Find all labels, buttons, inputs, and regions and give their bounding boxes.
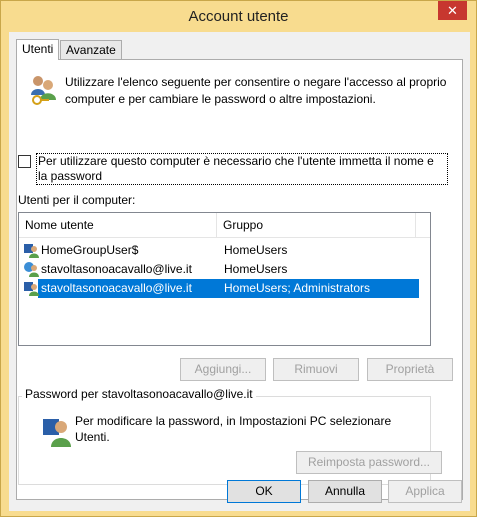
password-instructions: Per modificare la password, in Impostazi… bbox=[75, 414, 392, 444]
require-login-label[interactable]: Per utilizzare questo computer è necessa… bbox=[36, 153, 448, 185]
user-row[interactable]: HomeGroupUser$ HomeUsers bbox=[20, 241, 429, 260]
user-name: stavoltasonoacavallo@live.it bbox=[41, 281, 192, 295]
tab-utenti-label: Utenti bbox=[22, 42, 54, 56]
user-row-selected[interactable]: stavoltasonoacavallo@live.it HomeUsers; … bbox=[20, 279, 429, 298]
add-user-button[interactable]: Aggiungi... bbox=[180, 358, 266, 381]
remove-user-button[interactable]: Rimuovi bbox=[273, 358, 359, 381]
tab-utenti[interactable]: Utenti bbox=[16, 39, 60, 60]
reset-password-button[interactable]: Reimposta password... bbox=[296, 451, 442, 474]
user-group: HomeUsers bbox=[224, 243, 288, 257]
user-group: HomeUsers; Administrators bbox=[224, 281, 371, 295]
user-name: stavoltasonoacavallo@live.it bbox=[41, 262, 192, 276]
user-row[interactable]: stavoltasonoacavallo@live.it HomeUsers bbox=[20, 260, 429, 279]
column-header-username[interactable]: Nome utente bbox=[25, 218, 94, 232]
user-group: HomeUsers bbox=[224, 262, 288, 276]
users-key-icon bbox=[31, 76, 56, 105]
apply-button[interactable]: Applica bbox=[388, 480, 462, 503]
admin-user-icon bbox=[24, 282, 39, 296]
dialog-client-area: Utenti Avanzate Utilizzare l'elenco segu… bbox=[9, 32, 470, 511]
properties-button[interactable]: Proprietà bbox=[367, 358, 453, 381]
window-title: Account utente bbox=[188, 8, 289, 25]
tab-avanzate[interactable]: Avanzate bbox=[60, 40, 122, 59]
users-list-title: Utenti per il computer: bbox=[18, 193, 136, 207]
close-button[interactable]: ✕ bbox=[438, 1, 467, 20]
user-group-icon bbox=[24, 244, 39, 258]
user-password-icon bbox=[43, 419, 71, 447]
users-description: Utilizzare l'elenco seguente per consent… bbox=[65, 75, 447, 106]
user-name: HomeGroupUser$ bbox=[41, 243, 139, 257]
microsoft-account-user-icon bbox=[24, 262, 39, 277]
close-icon: ✕ bbox=[447, 3, 458, 18]
title-bar[interactable]: Account utente ✕ bbox=[1, 1, 476, 31]
account-dialog-window: Account utente ✕ Utenti Avanzate Utilizz… bbox=[0, 0, 477, 517]
users-tab-panel: Utilizzare l'elenco seguente per consent… bbox=[16, 59, 463, 500]
tab-avanzate-label: Avanzate bbox=[66, 43, 116, 57]
password-group-title: Password per stavoltasonoacavallo@live.i… bbox=[22, 387, 256, 401]
users-listview[interactable]: Nome utente Gruppo HomeGroupUser$ HomeUs… bbox=[18, 212, 431, 346]
cancel-button[interactable]: Annulla bbox=[308, 480, 382, 503]
require-login-checkbox[interactable] bbox=[18, 155, 31, 168]
ok-button[interactable]: OK bbox=[227, 480, 301, 503]
column-header-group[interactable]: Gruppo bbox=[223, 218, 263, 232]
listview-header: Nome utente Gruppo bbox=[19, 213, 430, 238]
